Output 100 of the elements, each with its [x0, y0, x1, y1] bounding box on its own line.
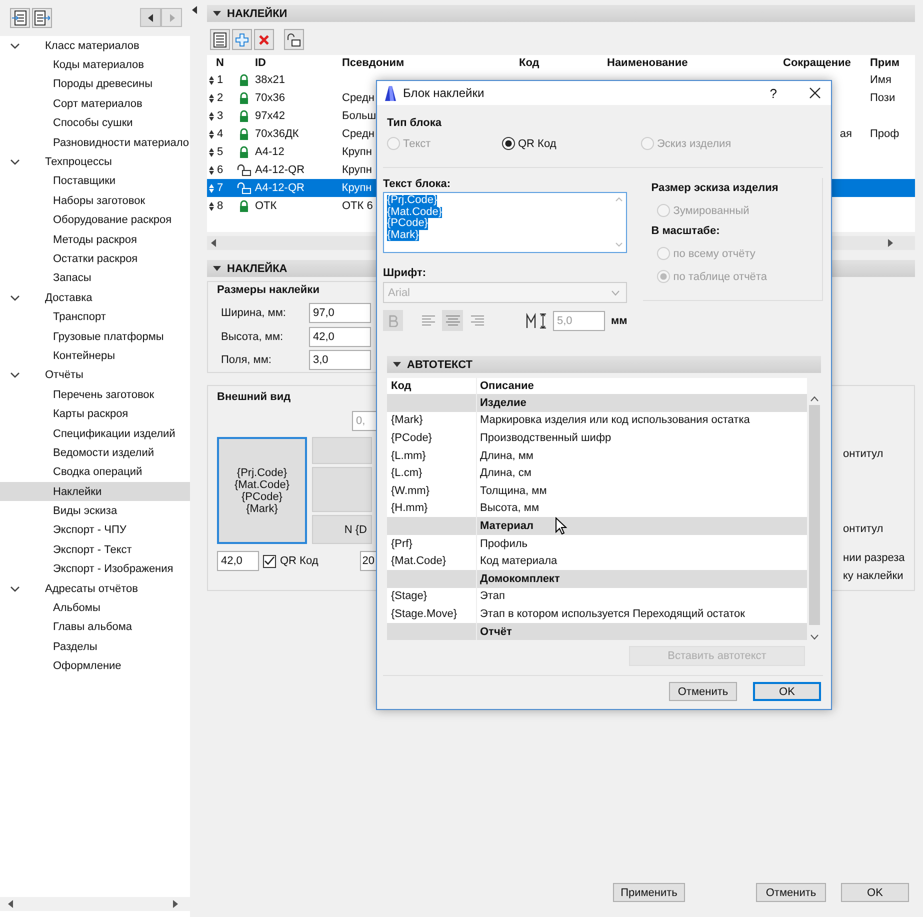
section-header[interactable]: АВТОТЕКСТ [387, 356, 821, 373]
tree-item[interactable]: Экспорт - Изображения [0, 560, 190, 579]
tree-item[interactable]: Главы альбома [0, 618, 190, 638]
footer-button[interactable]: Отменить [756, 883, 826, 902]
tree-item[interactable]: Породы древесины [0, 74, 190, 94]
autotext-row[interactable]: {Stage} Этап [387, 588, 807, 606]
tree-item[interactable]: Экспорт - ЧПУ [0, 520, 190, 540]
tree-item[interactable]: Оформление [0, 656, 190, 676]
tree-item[interactable]: Наклейки [0, 482, 190, 502]
tree-item[interactable]: Транспорт [0, 307, 190, 327]
lock-icon[interactable] [237, 128, 251, 140]
text-area[interactable]: {Prj.Code} {Mat.Code} {PCode} {Mark} [383, 192, 628, 253]
import-icon[interactable] [10, 8, 30, 28]
scroll-right-icon[interactable] [172, 900, 178, 908]
sort-handle-icon[interactable] [209, 76, 214, 84]
tree-item[interactable]: Наборы заготовок [0, 191, 190, 211]
tree-item[interactable]: Разновидности материало [0, 132, 190, 152]
section-header[interactable]: НАКЛЕЙКИ [207, 5, 915, 22]
footer-button[interactable]: OK [841, 883, 909, 902]
tree-item[interactable]: Класс материалов [45, 40, 140, 52]
checkbox-label[interactable]: QR Код [280, 555, 318, 567]
scroll-down-icon[interactable] [810, 634, 818, 640]
tree-item[interactable]: Контейнеры [0, 346, 190, 366]
horizontal-scrollbar[interactable] [0, 897, 190, 911]
scroll-right-icon[interactable] [887, 239, 893, 247]
preview-cell[interactable]: N {D [312, 515, 372, 544]
tree-item[interactable]: Сорт материалов [0, 94, 190, 114]
sort-handle-icon[interactable] [209, 166, 214, 174]
autotext-row[interactable]: {L.mm} Длина, мм [387, 446, 807, 464]
tree-item[interactable]: Карты раскроя [0, 404, 190, 424]
collapse-icon[interactable] [213, 266, 221, 271]
open-lock-icon[interactable] [237, 164, 251, 176]
tree-item[interactable]: Методы раскроя [0, 230, 190, 250]
tree-item[interactable]: Остатки раскроя [0, 249, 190, 269]
radio-icon[interactable] [502, 137, 515, 150]
list-icon[interactable] [210, 29, 230, 50]
scroll-up-icon[interactable] [810, 396, 818, 402]
previous-button[interactable] [140, 8, 161, 27]
collapse-icon[interactable] [213, 11, 221, 16]
chevron-icon[interactable] [10, 42, 20, 49]
autotext-row[interactable]: {W.mm} Толщина, мм [387, 482, 807, 500]
tree-item[interactable]: Адресаты отчётов [45, 582, 138, 595]
chevron-icon[interactable] [10, 586, 20, 592]
chevron-icon[interactable] [10, 294, 20, 301]
export-icon[interactable] [32, 8, 52, 28]
scroll-left-icon[interactable] [8, 900, 14, 908]
lock-icon[interactable] [237, 110, 251, 122]
tree-item[interactable]: Сводка операций [0, 462, 190, 482]
tree-item[interactable]: Запасы [0, 268, 190, 288]
tree-item[interactable]: Разделы [0, 637, 190, 656]
sort-handle-icon[interactable] [209, 148, 214, 156]
preview-cell[interactable] [312, 437, 372, 464]
tree-item[interactable]: Способы сушки [0, 114, 190, 133]
sort-handle-icon[interactable] [209, 112, 214, 120]
delete-icon[interactable] [254, 29, 274, 50]
tree-item[interactable]: Поставщики [0, 172, 190, 192]
lock-icon[interactable] [237, 92, 251, 104]
lock-icon[interactable] [237, 74, 251, 86]
lock-icon[interactable] [237, 200, 251, 212]
sort-handle-icon[interactable] [209, 94, 214, 102]
input-field[interactable]: 3,0 [309, 350, 371, 370]
preview-cell[interactable]: {Prj.Code} {Mat.Code} {PCode} {Mark} [217, 437, 307, 544]
tree-item[interactable]: Коды материалов [0, 55, 190, 75]
tree-item[interactable]: Альбомы [0, 598, 190, 618]
dialog-button[interactable]: OK [753, 682, 821, 701]
footer-button[interactable]: Применить [613, 883, 685, 902]
tree-item[interactable]: Спецификации изделий [0, 424, 190, 444]
tree-item[interactable]: Перечень заготовок [0, 385, 190, 404]
tree-item[interactable]: Доставка [45, 292, 92, 304]
tree-item[interactable]: Оборудование раскроя [0, 210, 190, 230]
close-icon[interactable] [809, 87, 821, 99]
checkbox[interactable] [263, 554, 276, 568]
radio-button[interactable]: QR Код [502, 137, 641, 150]
lock-icon[interactable] [237, 146, 251, 158]
autotext-row[interactable]: {Prf} Профиль [387, 534, 807, 552]
tree-item[interactable]: Ведомости изделий [0, 443, 190, 463]
help-button[interactable]: ? [768, 86, 779, 100]
autotext-row[interactable]: {PCode} Производственный шифр [387, 429, 807, 447]
tree-item[interactable]: Экспорт - Текст [0, 540, 190, 560]
table-cell: Проф [870, 128, 900, 140]
column-header: ID [255, 57, 267, 69]
chevron-icon[interactable] [10, 159, 20, 166]
sort-handle-icon[interactable] [209, 202, 214, 210]
dialog-button[interactable]: Отменить [669, 682, 737, 701]
collapse-panel-icon[interactable] [192, 6, 197, 14]
unlock-icon[interactable] [284, 29, 304, 50]
tree-item[interactable]: Отчёты [45, 369, 84, 382]
input-field[interactable]: 42,0 [217, 551, 259, 571]
tree-item[interactable]: Виды эскиза [0, 501, 190, 521]
scroll-left-icon[interactable] [211, 239, 217, 247]
sort-handle-icon[interactable] [209, 184, 214, 192]
sort-handle-icon[interactable] [209, 130, 214, 138]
input-field[interactable]: 97,0 [309, 302, 371, 323]
autotext-row[interactable]: {L.cm} Длина, см [387, 464, 807, 482]
tree-item[interactable]: Техпроцессы [45, 156, 112, 168]
tree-item[interactable]: Грузовые платформы [0, 326, 190, 346]
chevron-icon[interactable] [10, 372, 20, 378]
input-field[interactable]: 42,0 [309, 326, 371, 346]
preview-cell[interactable] [312, 467, 372, 512]
collapse-icon[interactable] [393, 362, 401, 367]
